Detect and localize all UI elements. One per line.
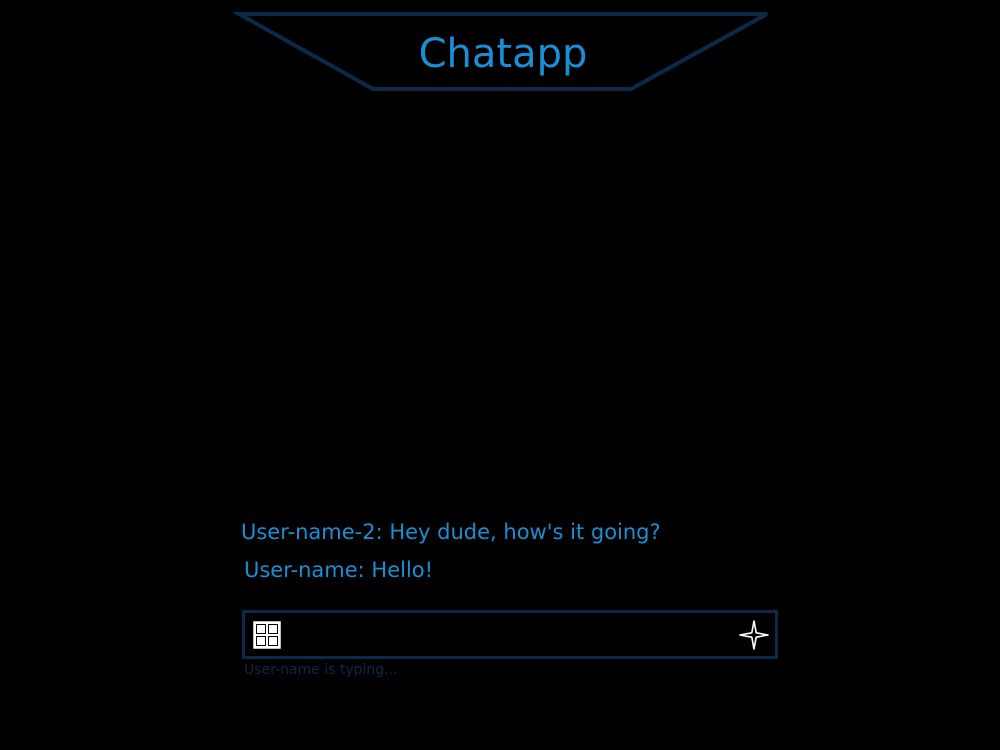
- typing-indicator: User-name is typing...: [244, 662, 398, 678]
- sparkle-send-icon[interactable]: [739, 620, 769, 650]
- message-input[interactable]: [293, 619, 727, 651]
- chat-app: Chatapp User-name-2: Hey dude, how's it …: [0, 0, 1000, 750]
- header-banner: Chatapp: [233, 10, 773, 94]
- app-title: Chatapp: [418, 31, 588, 77]
- grid-icon[interactable]: [253, 621, 281, 649]
- message-composer: [242, 610, 778, 659]
- chat-message: User-name: Hello!: [244, 558, 434, 582]
- chat-message: User-name-2: Hey dude, how's it going?: [241, 520, 661, 544]
